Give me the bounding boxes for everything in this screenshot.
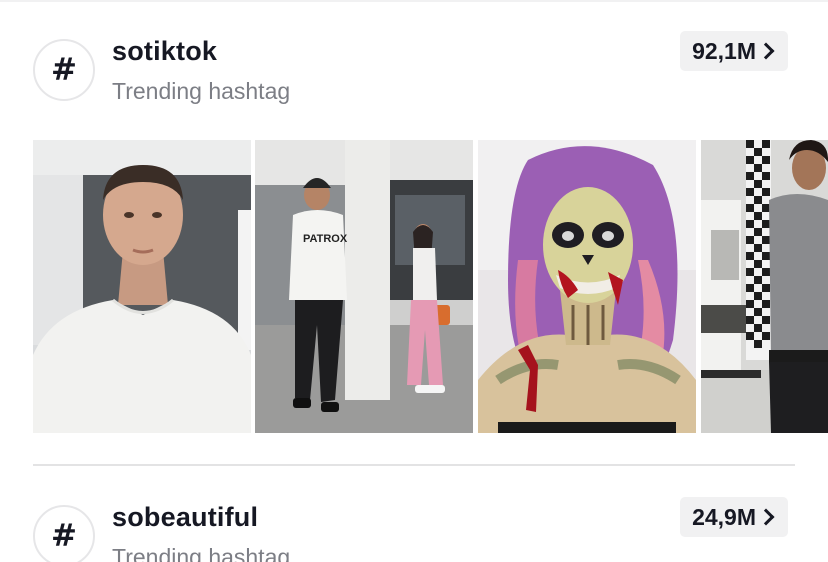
video-thumbnail-strip: PATROX <box>33 140 828 433</box>
hashtag-icon: # <box>33 505 95 562</box>
chevron-right-icon <box>757 42 775 60</box>
hashtag-title[interactable]: sotiktok <box>112 36 217 67</box>
svg-text:PATROX: PATROX <box>303 233 348 245</box>
discover-screen: # sotiktok Trending hashtag 92,1M PATROX… <box>0 0 828 562</box>
video-thumbnail[interactable] <box>478 140 696 433</box>
hashtag-subtitle: Trending hashtag <box>112 78 291 104</box>
video-thumbnail[interactable]: PATROX <box>255 140 473 433</box>
view-count-button[interactable]: 92,1M <box>680 31 788 71</box>
chevron-right-icon <box>757 508 775 526</box>
hashtag-subtitle: Trending hashtag <box>112 544 291 562</box>
video-thumbnail-image <box>701 140 828 433</box>
hashtag-title[interactable]: sobeautiful <box>112 502 258 533</box>
hashtag-icon: # <box>33 39 95 101</box>
video-thumbnail-image: PATROX <box>255 140 473 433</box>
hashtag-row-sobeautiful[interactable]: # sobeautiful Trending hashtag 24,9M <box>0 466 828 562</box>
hashtag-symbol: # <box>51 52 77 88</box>
hashtag-row-sotiktok[interactable]: # sotiktok Trending hashtag 92,1M <box>0 0 828 110</box>
hashtag-symbol: # <box>51 518 77 554</box>
video-thumbnail-image <box>33 140 251 433</box>
view-count-button[interactable]: 24,9M <box>680 497 788 537</box>
video-thumbnail[interactable] <box>33 140 251 433</box>
view-count-label: 92,1M <box>692 37 756 64</box>
video-thumbnail[interactable] <box>701 140 828 433</box>
video-thumbnail-image <box>478 140 696 433</box>
view-count-label: 24,9M <box>692 503 756 530</box>
